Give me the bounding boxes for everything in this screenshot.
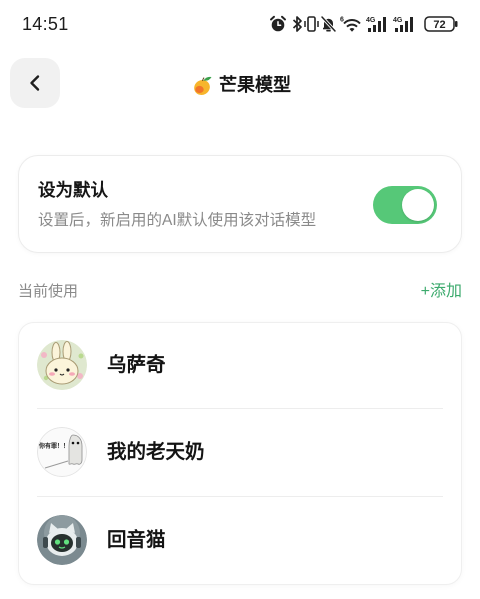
list-item[interactable]: 回音猫 bbox=[19, 497, 461, 584]
signal-icon: 4G bbox=[366, 17, 386, 32]
set-default-toggle[interactable] bbox=[373, 186, 437, 224]
ghost-avatar: 你有罪！！ bbox=[37, 427, 87, 477]
screen: 14:51 6 4G 4G 72 芒果模型 设为默认 设置后，新启用的AI默认使… bbox=[0, 0, 480, 599]
page-title-text: 芒果模型 bbox=[219, 75, 291, 95]
network-label: 4G bbox=[393, 17, 403, 24]
robot-cat-avatar bbox=[37, 515, 87, 565]
character-name: 回音猫 bbox=[107, 529, 166, 551]
mango-icon bbox=[194, 76, 212, 95]
wifi-badge: 6 bbox=[340, 17, 344, 24]
back-button[interactable] bbox=[10, 58, 60, 108]
avatar-caption: 你有罪！！ bbox=[38, 442, 69, 450]
default-setting-title: 设为默认 bbox=[38, 180, 108, 200]
bluetooth-icon bbox=[292, 16, 302, 32]
default-setting-card: 设为默认 设置后，新启用的AI默认使用该对话模型 bbox=[18, 155, 462, 253]
battery-level: 72 bbox=[433, 19, 445, 31]
character-name: 我的老天奶 bbox=[107, 441, 205, 463]
character-name: 乌萨奇 bbox=[107, 354, 166, 376]
battery-icon: 72 bbox=[424, 16, 458, 32]
list-item[interactable]: 你有罪！！ 我的老天奶 bbox=[19, 409, 461, 496]
chevron-left-icon bbox=[30, 75, 40, 91]
page-title: 芒果模型 bbox=[192, 73, 291, 97]
wifi-icon: 6 bbox=[340, 17, 361, 32]
current-section-label: 当前使用 bbox=[18, 283, 79, 300]
signal-icon: 4G bbox=[393, 17, 413, 32]
toggle-knob bbox=[402, 189, 434, 221]
bell-off-icon bbox=[320, 15, 337, 33]
bunny-avatar bbox=[37, 340, 87, 390]
alarm-clock-icon bbox=[270, 15, 286, 32]
character-list: 乌萨奇 你有罪！！ 我的老天奶 回音猫 bbox=[18, 322, 462, 585]
default-setting-description: 设置后，新启用的AI默认使用该对话模型 bbox=[38, 212, 317, 229]
vibrate-icon bbox=[304, 16, 319, 32]
status-time: 14:51 bbox=[22, 14, 69, 34]
network-label: 4G bbox=[366, 17, 376, 24]
add-button[interactable]: +添加 bbox=[421, 281, 462, 303]
list-item[interactable]: 乌萨奇 bbox=[19, 323, 461, 408]
